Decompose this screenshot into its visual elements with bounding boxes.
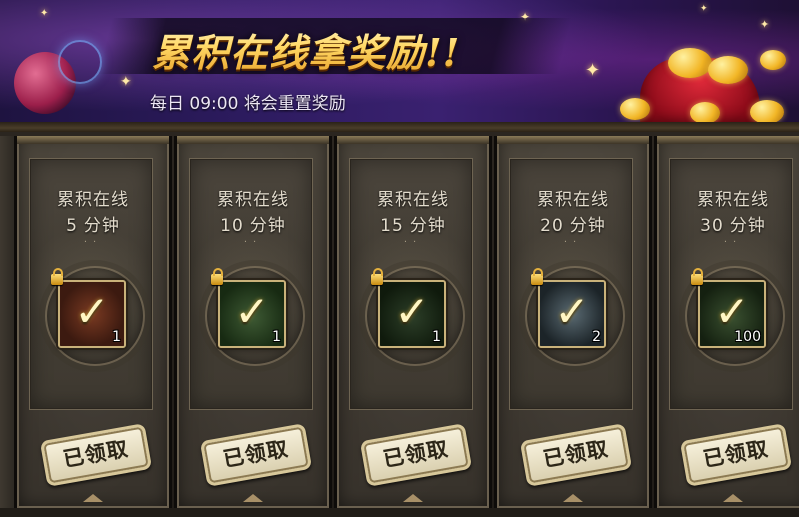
divider-dots: ·· xyxy=(723,237,743,248)
sparkle-icon: ✦ xyxy=(585,60,601,81)
gold-coin-icon xyxy=(620,98,650,120)
duration-unit: 分钟 xyxy=(569,216,606,236)
reward-condition-label: 累积在线 xyxy=(697,190,769,210)
claimed-stamp: 已领取 xyxy=(519,423,633,487)
item-quantity: 1 xyxy=(432,329,441,345)
reward-condition-label: 累积在线 xyxy=(537,190,609,210)
reward-card[interactable]: 累积在线 15 分钟 ·· ✓ 1 已领取 xyxy=(334,136,492,508)
reward-item-slot[interactable]: ✓ 2 xyxy=(538,280,606,348)
sparkle-icon: ✦ xyxy=(700,4,708,14)
duration-unit: 分钟 xyxy=(729,216,766,236)
reward-card[interactable]: 累积在线 30 分钟 ·· ✓ 100 已领取 xyxy=(654,136,799,508)
duration-minutes: 30 xyxy=(700,216,724,236)
gold-coin-icon xyxy=(750,100,784,124)
duration-unit: 分钟 xyxy=(249,216,286,236)
divider-dots: ·· xyxy=(243,237,263,248)
ornament-icon xyxy=(563,494,583,502)
reward-duration: 10 分钟 xyxy=(177,211,329,236)
gold-ingot-icon xyxy=(668,48,712,78)
reward-condition-label: 累积在线 xyxy=(57,190,129,210)
claimed-stamp: 已领取 xyxy=(39,423,153,487)
gold-ingot-icon xyxy=(708,56,748,84)
claimed-stamp: 已领取 xyxy=(679,423,793,487)
treasure-illustration xyxy=(600,40,799,132)
duration-minutes: 20 xyxy=(540,216,564,236)
reward-condition-label: 累积在线 xyxy=(217,190,289,210)
duration-minutes: 5 xyxy=(66,216,78,236)
sparkle-icon: ✦ xyxy=(760,18,770,31)
reward-item-slot[interactable]: ✓ 1 xyxy=(218,280,286,348)
list-edge xyxy=(0,136,14,508)
item-quantity: 1 xyxy=(112,329,121,345)
reward-duration: 15 分钟 xyxy=(337,211,489,236)
reward-duration: 5 分钟 xyxy=(17,211,169,236)
sparkle-icon: ✦ xyxy=(40,8,49,19)
reward-duration: 20 分钟 xyxy=(497,211,649,236)
lock-icon xyxy=(211,268,223,285)
ornament-icon xyxy=(243,494,263,502)
claimed-stamp: 已领取 xyxy=(359,423,473,487)
lock-icon xyxy=(691,268,703,285)
reward-item-slot[interactable]: ✓ 1 xyxy=(378,280,446,348)
divider-dots: ·· xyxy=(403,237,423,248)
sparkle-icon: ✦ xyxy=(120,74,132,90)
duration-minutes: 10 xyxy=(220,216,244,236)
ornament-icon xyxy=(83,494,103,502)
divider-dots: ·· xyxy=(83,237,103,248)
ornament-icon xyxy=(723,494,743,502)
reward-item-slot[interactable]: ✓ 100 xyxy=(698,280,766,348)
lock-icon xyxy=(51,268,63,285)
reward-card[interactable]: 累积在线 10 分钟 ·· ✓ 1 已领取 xyxy=(174,136,332,508)
event-banner: ✦ ✦ ✦ ✦ ✦ ✦ 累积在线拿奖励!! 每日 09:00 将会重置奖励 xyxy=(0,0,799,132)
decorative-ring xyxy=(58,40,102,84)
duration-unit: 分钟 xyxy=(409,216,446,236)
reward-duration: 30 分钟 xyxy=(657,211,799,236)
lock-icon xyxy=(371,268,383,285)
item-quantity: 100 xyxy=(734,329,761,345)
banner-title: 累积在线拿奖励!! xyxy=(152,22,460,77)
item-quantity: 1 xyxy=(272,329,281,345)
reset-notice: 每日 09:00 将会重置奖励 xyxy=(150,94,346,114)
reward-condition-label: 累积在线 xyxy=(377,190,449,210)
claimed-stamp: 已领取 xyxy=(199,423,313,487)
gold-coin-icon xyxy=(760,50,786,70)
duration-minutes: 15 xyxy=(380,216,404,236)
lock-icon xyxy=(531,268,543,285)
duration-unit: 分钟 xyxy=(83,216,120,236)
item-quantity: 2 xyxy=(592,329,601,345)
reward-card[interactable]: 累积在线 20 分钟 ·· ✓ 2 已领取 xyxy=(494,136,652,508)
gold-coin-icon xyxy=(690,102,720,124)
reward-item-slot[interactable]: ✓ 1 xyxy=(58,280,126,348)
reward-card[interactable]: 累积在线 5 分钟 ·· ✓ 1 已领取 xyxy=(14,136,172,508)
ornament-icon xyxy=(403,494,423,502)
divider-dots: ·· xyxy=(563,237,583,248)
